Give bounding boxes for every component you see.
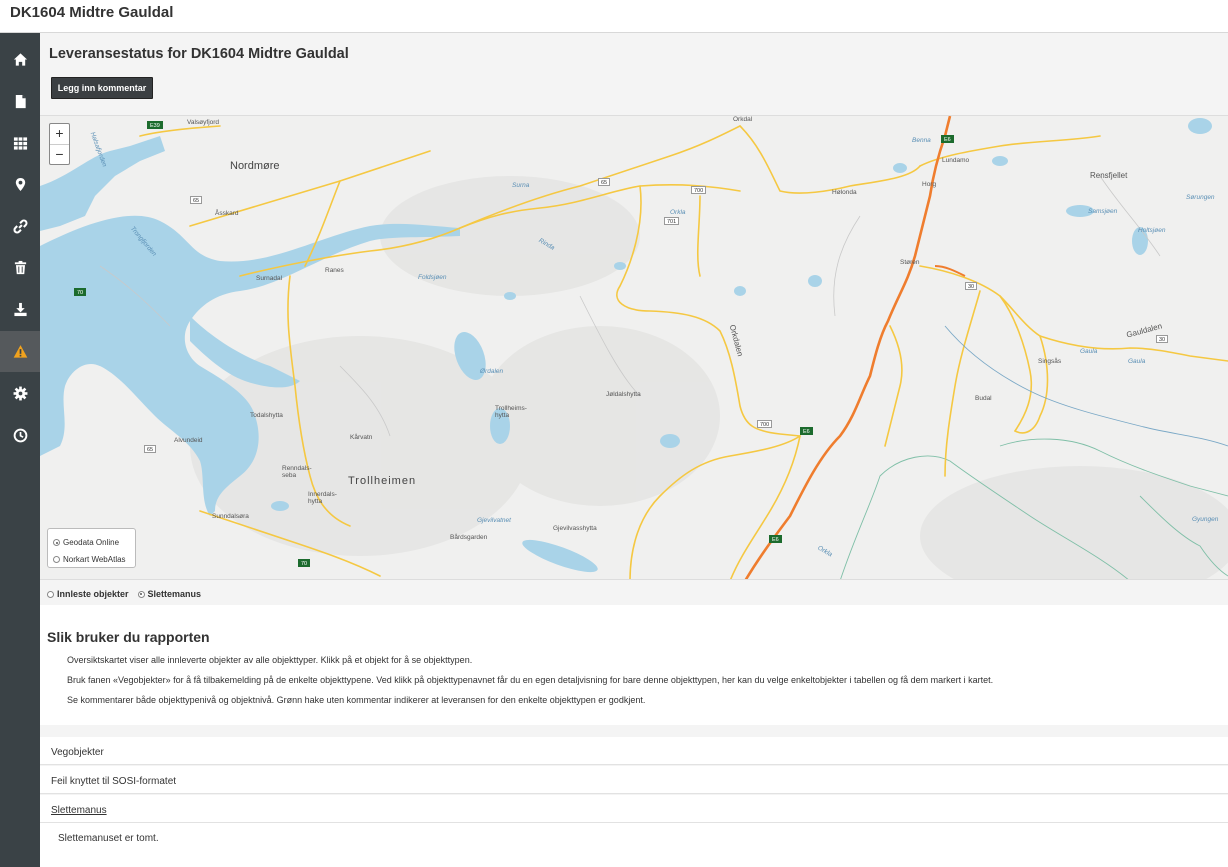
trash-icon[interactable] [0, 247, 40, 288]
map-label: Surnadal [256, 275, 283, 282]
map-view[interactable]: + − Nordmøre Trollheimen Gauldalen Orkda… [40, 115, 1228, 580]
map-base-layer [40, 116, 1228, 579]
map-label: Todalshytta [250, 412, 283, 419]
map-label: Orkdal [733, 116, 753, 123]
document-icon[interactable] [0, 81, 40, 122]
road-shield: 70 [74, 288, 87, 296]
map-label: Bårdsgarden [450, 534, 488, 541]
map-label: Gyungen [1192, 516, 1219, 523]
download-icon[interactable] [0, 289, 40, 330]
road-shield: E6 [941, 135, 954, 143]
map-label: Støren [900, 259, 920, 266]
page-title: Leveransestatus for DK1604 Midtre Gaulda… [49, 46, 349, 62]
accordion-vegobjekter[interactable]: Vegobjekter [40, 737, 1228, 765]
map-label: Jøldalshytta [606, 391, 641, 398]
radio-selected[interactable] [53, 539, 60, 546]
road-shield: E6 [769, 535, 782, 543]
map-marker-icon[interactable] [0, 164, 40, 205]
map-label: Gjevilvasshytta [553, 525, 597, 532]
road-shield: 700 [691, 186, 707, 194]
base-layer-label: Norkart WebAtlas [63, 555, 126, 564]
map-label: Kårvatn [350, 434, 373, 441]
map-label: Gaula [1080, 348, 1098, 355]
zoom-control: + − [49, 123, 70, 165]
slettemanus-empty-message: Slettemanuset er tomt. [40, 823, 1228, 867]
warning-icon[interactable] [0, 331, 40, 372]
layer-option-label: Innleste objekter [57, 589, 129, 599]
map-label: Singsås [1038, 358, 1062, 365]
layer-option-innleste[interactable]: Innleste objekter [47, 589, 129, 599]
map-label: Orkla [670, 209, 686, 216]
map-label: Sørungen [1186, 194, 1215, 201]
base-layer-option[interactable]: Norkart WebAtlas [53, 551, 135, 568]
map-label: Benna [912, 137, 931, 144]
road-shield: E39 [147, 121, 163, 129]
road-shield: 700 [757, 420, 773, 428]
grid-icon[interactable] [0, 123, 40, 164]
map-label: Gaula [1128, 358, 1146, 365]
map-label: Gjevilvatnet [477, 517, 511, 524]
map-label: Samsjøen [1088, 208, 1118, 215]
base-layer-option[interactable]: Geodata Online [53, 534, 135, 551]
map-label: Innerdals-hytta [308, 491, 337, 505]
link-icon[interactable] [0, 206, 40, 247]
main-content: Leveransestatus for DK1604 Midtre Gaulda… [40, 33, 1228, 867]
map-label: Ørdalen [480, 368, 504, 375]
road-shield: 65 [598, 178, 611, 186]
map-label: Holtsjøen [1138, 227, 1166, 234]
map-label: Horg [922, 181, 937, 188]
map-label: Nordmøre [230, 160, 280, 172]
map-label: Åsskard [215, 210, 239, 217]
radio-unselected[interactable] [53, 556, 60, 563]
clock-icon[interactable] [0, 415, 40, 456]
road-shield: 70 [298, 559, 311, 567]
map-label: Alvundeid [174, 437, 203, 444]
road-shield: E6 [800, 427, 813, 435]
map-label: Foldsjøen [418, 274, 447, 281]
zoom-out-button[interactable]: − [50, 144, 69, 164]
radio-unselected[interactable] [47, 590, 54, 598]
base-layer-label: Geodata Online [63, 538, 120, 547]
top-bar: DK1604 Midtre Gauldal [0, 0, 1228, 33]
road-shield: 701 [664, 217, 680, 225]
home-icon[interactable] [0, 39, 40, 80]
map-label: Sunndalsøra [212, 513, 249, 520]
map-label: Valsøyfjord [187, 119, 220, 126]
road-shield: 30 [965, 282, 978, 290]
help-heading: Slik bruker du rapporten [47, 629, 210, 645]
add-comment-button[interactable]: Legg inn kommentar [51, 77, 153, 99]
base-layer-switcher: Geodata Online Norkart WebAtlas [47, 528, 136, 568]
layer-option-label: Slettemanus [147, 589, 202, 599]
road-shield: 65 [144, 445, 157, 453]
map-label: Ranes [325, 267, 344, 274]
zoom-in-button[interactable]: + [50, 124, 69, 144]
data-layer-toggle: Innleste objekter Slettemanus [47, 589, 210, 599]
map-label: Lundamo [942, 157, 970, 164]
radio-selected[interactable] [137, 590, 145, 598]
sidebar [0, 33, 40, 867]
map-label: Trollheimen [348, 475, 417, 487]
gear-icon[interactable] [0, 373, 40, 414]
map-label: Renndals-seba [282, 465, 312, 479]
map-label: Trollheims-hytta [495, 405, 527, 419]
app-title: DK1604 Midtre Gauldal [10, 4, 174, 21]
help-line: Bruk fanen «Vegobjekter» for å få tilbak… [67, 675, 994, 685]
layer-option-slettemanus[interactable]: Slettemanus [137, 589, 202, 599]
help-section: Slik bruker du rapporten Oversiktskartet… [40, 605, 1228, 725]
help-line: Se kommentarer både objekttypenivå og ob… [67, 695, 646, 705]
road-shield: 65 [190, 196, 203, 204]
map-label: Surna [512, 182, 530, 189]
accordion-slettemanus[interactable]: Slettemanus [40, 795, 1228, 823]
help-line: Oversiktskartet viser alle innleverte ob… [67, 655, 473, 665]
road-shield: 30 [1156, 335, 1169, 343]
map-label: Rensfjellet [1090, 171, 1128, 180]
accordion-sosi-errors[interactable]: Feil knyttet til SOSI-formatet [40, 766, 1228, 794]
map-label: Budal [975, 395, 992, 402]
map-label: Hølonda [832, 189, 857, 196]
